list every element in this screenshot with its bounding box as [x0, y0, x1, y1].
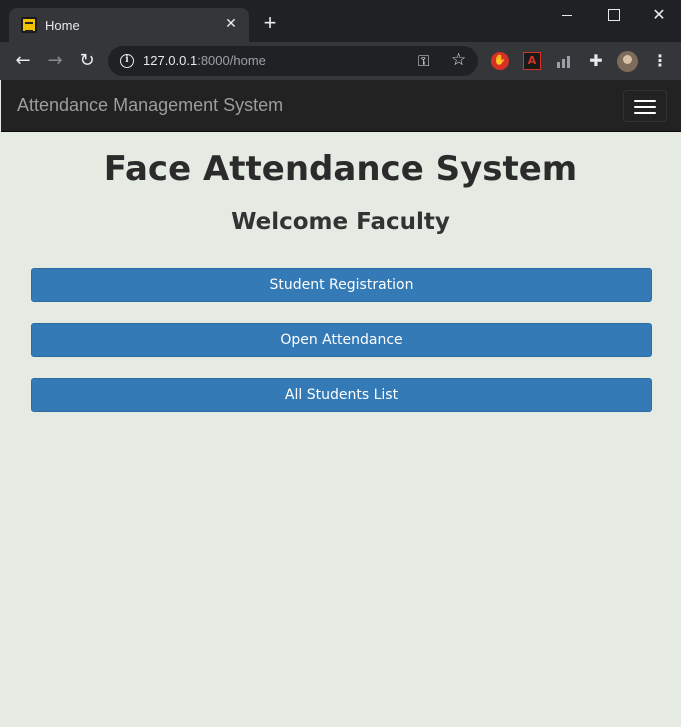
site-navbar: Attendance Management System — [1, 80, 681, 132]
close-window-button[interactable]: ✕ — [636, 0, 681, 30]
site-favicon-icon — [21, 17, 37, 33]
browser-tab-home[interactable]: Home ✕ — [9, 8, 249, 42]
new-tab-button[interactable]: + — [260, 12, 280, 34]
tab-title: Home — [45, 18, 80, 33]
browser-toolbar: ← → ↻ i 127.0.0.1:8000/home ⚿ ☆ ✋ A ✚ ⋮ — [0, 42, 681, 80]
navbar-toggle-button[interactable] — [623, 90, 667, 122]
page-viewport: Attendance Management System Face Attend… — [0, 80, 681, 727]
key-icon[interactable]: ⚿ — [418, 52, 429, 70]
stop-hand-icon[interactable]: ✋ — [491, 52, 509, 70]
main-content: Face Attendance System Welcome Faculty S… — [0, 132, 681, 727]
menu-dots-icon[interactable]: ⋮ — [652, 51, 668, 71]
chart-icon[interactable] — [555, 52, 573, 70]
navbar-brand[interactable]: Attendance Management System — [17, 95, 283, 116]
back-arrow-icon[interactable]: ← — [12, 50, 34, 72]
url-path: :8000/home — [197, 53, 266, 68]
info-icon[interactable]: i — [120, 54, 134, 68]
all-students-list-button[interactable]: All Students List — [31, 378, 652, 412]
star-icon[interactable]: ☆ — [451, 50, 466, 70]
hamburger-bar-icon — [634, 106, 656, 108]
open-attendance-button[interactable]: Open Attendance — [31, 323, 652, 357]
student-registration-button[interactable]: Student Registration — [31, 268, 652, 302]
browser-titlebar: Home ✕ + ✕ — [0, 0, 681, 42]
minimize-window-button[interactable] — [544, 0, 590, 30]
page-subtitle: Welcome Faculty — [231, 209, 450, 235]
maximize-window-button[interactable] — [590, 0, 636, 30]
reload-icon[interactable]: ↻ — [76, 50, 98, 72]
avatar[interactable] — [617, 51, 638, 72]
address-bar[interactable]: i 127.0.0.1:8000/home ⚿ ☆ — [108, 46, 478, 76]
hamburger-bar-icon — [634, 100, 656, 102]
url-host: 127.0.0.1 — [143, 53, 198, 68]
url-text[interactable]: 127.0.0.1:8000/home — [143, 53, 266, 68]
page-title: Face Attendance System — [103, 149, 578, 189]
close-tab-icon[interactable]: ✕ — [223, 16, 239, 32]
forward-arrow-icon[interactable]: → — [44, 50, 66, 72]
hamburger-bar-icon — [634, 112, 656, 114]
pdf-icon[interactable]: A — [523, 52, 541, 70]
puzzle-icon[interactable]: ✚ — [587, 52, 605, 70]
